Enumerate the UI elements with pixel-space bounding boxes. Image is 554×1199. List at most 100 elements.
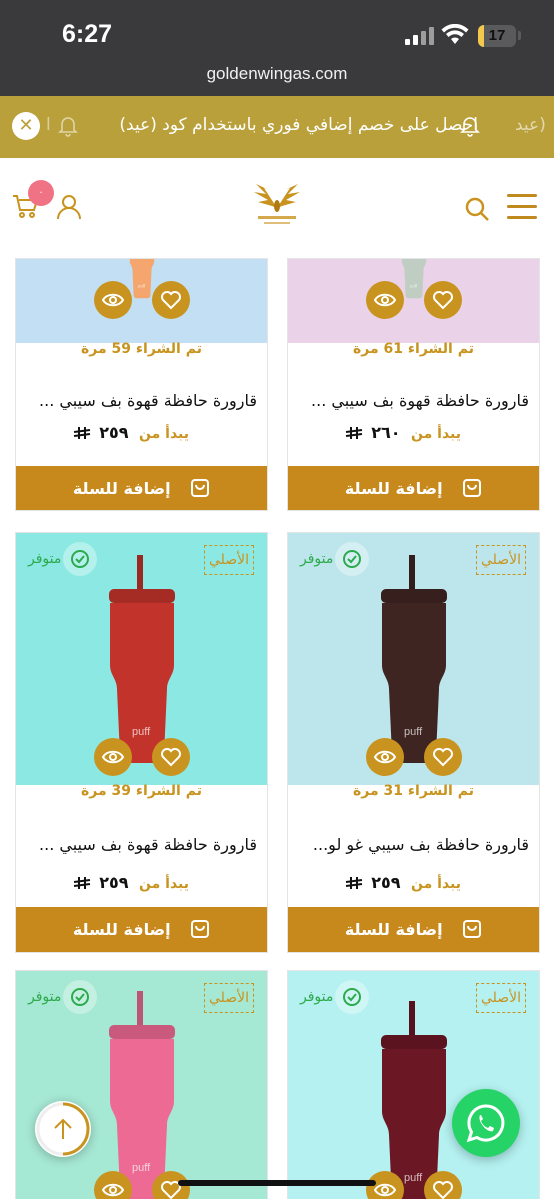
- eye-icon: [374, 750, 396, 764]
- product-image[interactable]: puff الأصلي متوفر: [288, 971, 539, 1199]
- add-to-cart-button[interactable]: إضافة للسلة: [288, 466, 539, 510]
- whatsapp-button[interactable]: [452, 1089, 520, 1157]
- add-to-cart-button[interactable]: إضافة للسلة: [16, 466, 267, 510]
- product-price: يبدأ من ٢٥٩: [73, 423, 189, 442]
- tumbler-image: puff: [108, 991, 175, 1199]
- eye-icon: [374, 293, 396, 307]
- original-badge: الأصلي: [476, 545, 526, 575]
- eye-icon: [374, 1183, 396, 1197]
- product-image[interactable]: puff: [16, 259, 267, 343]
- wishlist-button[interactable]: [152, 281, 190, 319]
- shopping-bag-icon: [463, 919, 482, 938]
- status-bar: 6:27 17 goldenwingas.com: [0, 0, 554, 96]
- bell-icon: [460, 117, 480, 137]
- product-name[interactable]: قارورة حافظة قهوة بف سيبي ...: [311, 391, 529, 410]
- product-card[interactable]: puff الأصلي متوفر تم الشراء 39 مرة قارور…: [15, 532, 268, 953]
- quick-view-button[interactable]: [94, 281, 132, 319]
- original-badge: الأصلي: [476, 983, 526, 1013]
- svg-text:puff: puff: [404, 726, 423, 738]
- original-badge: الأصلي: [204, 545, 254, 575]
- check-icon: [335, 542, 370, 576]
- home-indicator: [178, 1180, 376, 1186]
- check-icon: [63, 542, 98, 576]
- product-card[interactable]: puff الأصلي متوفر تم الشراء 31 مرة قارور…: [287, 532, 540, 953]
- shopping-bag-icon: [191, 919, 210, 938]
- purchased-count: تم الشراء 39 مرة: [81, 783, 202, 799]
- product-name[interactable]: قارورة حافظة قهوة بف سيبي ...: [39, 835, 257, 854]
- available-badge: متوفر: [28, 979, 98, 1015]
- eye-icon: [102, 750, 124, 764]
- svg-text:puff: puff: [132, 726, 151, 738]
- svg-text:puff: puff: [410, 284, 418, 289]
- eye-icon: [102, 1183, 124, 1197]
- check-icon: [63, 980, 98, 1014]
- scroll-to-top-button[interactable]: [35, 1101, 91, 1157]
- original-badge: الأصلي: [204, 983, 254, 1013]
- quick-view-button[interactable]: [94, 738, 132, 776]
- tumbler-image: puff: [108, 555, 175, 763]
- purchased-count: تم الشراء 61 مرة: [353, 341, 474, 357]
- product-price: يبدأ من ٢٦٠: [345, 423, 461, 442]
- product-card[interactable]: puff تم الشراء 59 مرة قارورة حافظة قهوة …: [15, 258, 268, 511]
- riyal-sign-icon: [73, 427, 90, 439]
- eye-icon: [102, 293, 124, 307]
- heart-icon: [161, 291, 181, 310]
- wishlist-button[interactable]: [152, 738, 190, 776]
- wifi-icon: [441, 24, 469, 44]
- product-name[interactable]: قارورة حافظة قهوة بف سيبي ...: [39, 391, 257, 410]
- add-to-cart-button[interactable]: إضافة للسلة: [288, 907, 539, 952]
- promo-banner: ✕ ا احصل على خصم إضافي فوري باستخدام كود…: [0, 96, 554, 158]
- shopping-bag-icon: [463, 478, 482, 497]
- add-to-cart-button[interactable]: إضافة للسلة: [16, 907, 267, 952]
- signal-icon: [405, 27, 435, 45]
- svg-text:puff: puff: [132, 1162, 151, 1174]
- wishlist-button[interactable]: [424, 281, 462, 319]
- bell-icon: [58, 117, 78, 137]
- available-badge: متوفر: [300, 541, 370, 577]
- product-image[interactable]: puff: [288, 259, 539, 343]
- svg-text:puff: puff: [138, 284, 146, 289]
- product-image[interactable]: puff الأصلي متوفر: [288, 533, 539, 785]
- quick-view-button[interactable]: [366, 738, 404, 776]
- riyal-sign-icon: [345, 877, 362, 889]
- battery-icon: 17: [478, 25, 516, 47]
- cart-count-badge: ٠: [28, 180, 54, 206]
- product-image[interactable]: puff الأصلي متوفر: [16, 533, 267, 785]
- riyal-sign-icon: [73, 877, 90, 889]
- arrow-up-icon: [54, 1118, 72, 1139]
- check-icon: [335, 980, 370, 1014]
- tumbler-image: puff: [380, 1001, 447, 1199]
- riyal-sign-icon: [345, 427, 362, 439]
- tumbler-image: puff: [380, 555, 447, 763]
- purchased-count: تم الشراء 31 مرة: [353, 783, 474, 799]
- purchased-count: تم الشراء 59 مرة: [81, 341, 202, 357]
- promo-faded-text: ا: [46, 115, 51, 135]
- product-price: يبدأ من ٢٥٩: [73, 873, 189, 892]
- whatsapp-icon: [466, 1104, 505, 1143]
- available-badge: متوفر: [28, 541, 98, 577]
- available-badge: متوفر: [300, 979, 370, 1015]
- product-name[interactable]: قارورة حافظة بف سيبي غو لو...: [313, 835, 529, 854]
- golden-wings-logo[interactable]: [250, 178, 304, 232]
- heart-icon: [433, 748, 453, 767]
- url-bar[interactable]: goldenwingas.com: [0, 64, 554, 84]
- promo-close-button[interactable]: ✕: [12, 112, 40, 140]
- product-card[interactable]: puff تم الشراء 61 مرة قارورة حافظة قهوة …: [287, 258, 540, 511]
- status-time: 6:27: [62, 20, 113, 48]
- site-header: ٠: [0, 158, 554, 258]
- promo-tail-text: (عيد: [515, 115, 546, 135]
- product-price: يبدأ من ٢٥٩: [345, 873, 461, 892]
- wishlist-button[interactable]: [424, 738, 462, 776]
- product-card[interactable]: puff الأصلي متوفر: [15, 970, 268, 1199]
- product-card[interactable]: puff الأصلي متوفر: [287, 970, 540, 1199]
- hamburger-menu-icon[interactable]: [507, 194, 537, 220]
- svg-text:puff: puff: [404, 1172, 423, 1184]
- product-image[interactable]: puff الأصلي متوفر: [16, 971, 267, 1199]
- heart-icon: [433, 291, 453, 310]
- promo-text: احصل على خصم إضافي فوري باستخدام كود (عي…: [119, 115, 478, 135]
- heart-icon: [433, 1181, 453, 1199]
- user-icon[interactable]: [56, 194, 82, 220]
- heart-icon: [161, 748, 181, 767]
- search-icon[interactable]: [464, 196, 490, 222]
- quick-view-button[interactable]: [366, 281, 404, 319]
